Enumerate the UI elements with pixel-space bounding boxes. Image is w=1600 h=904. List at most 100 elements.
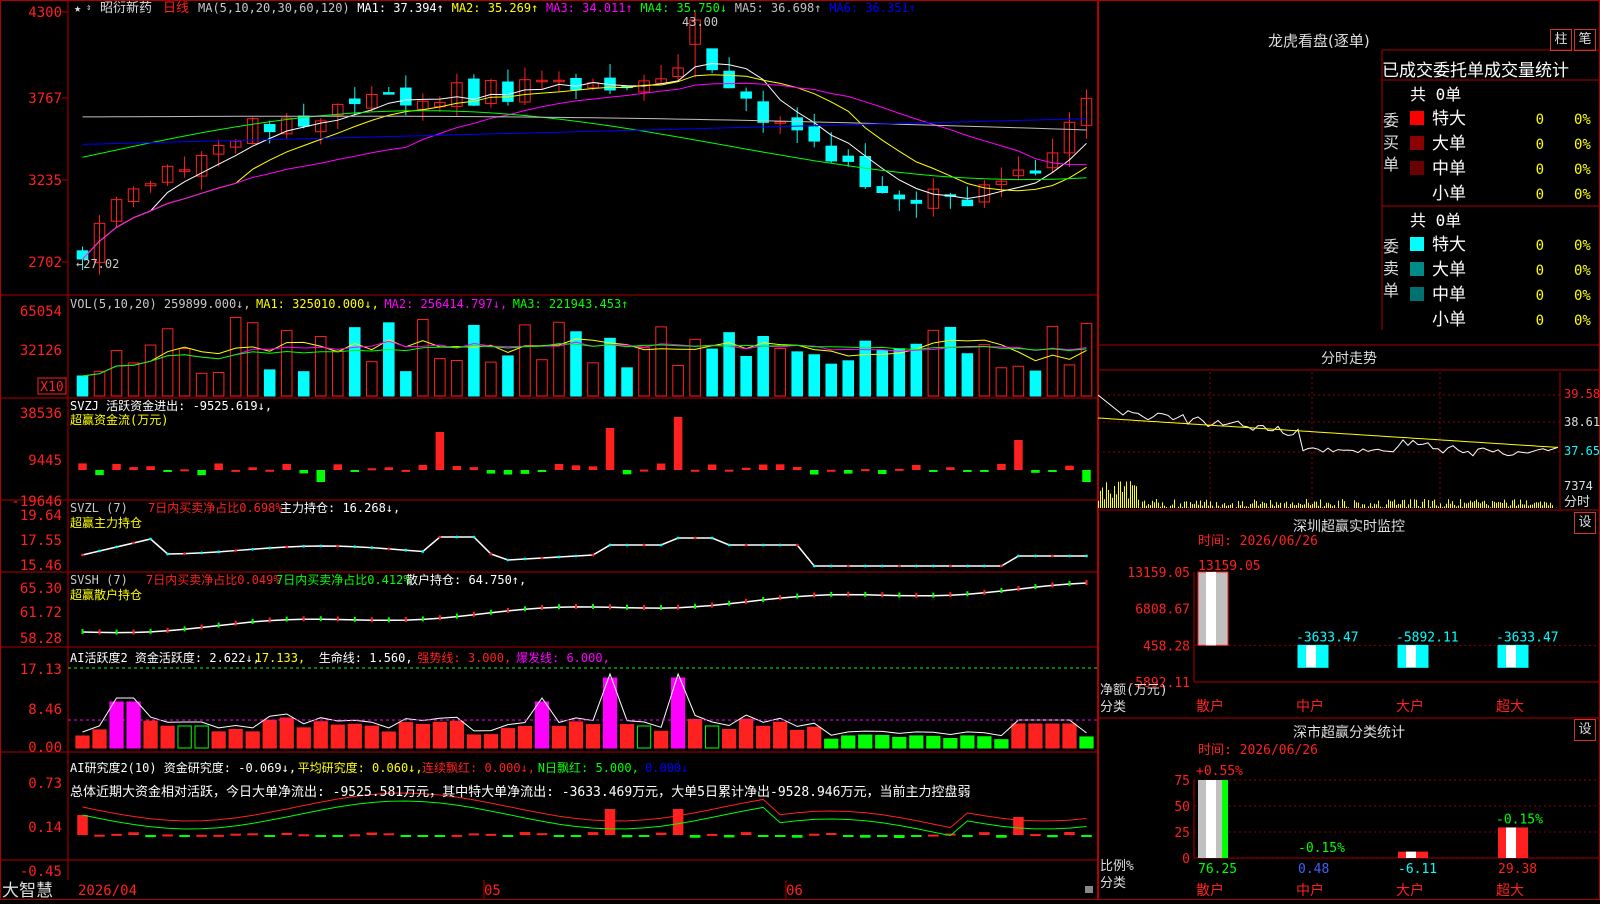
activity-legend-item: 强势线: 3.000, [417,651,511,665]
research-bar [843,835,854,837]
intraday-vol-bar [1454,505,1455,508]
intraday-x-label: 分时 [1564,495,1590,510]
research-bar [673,809,684,835]
retail-holding-mark [779,595,781,600]
sell-row-name: 特大 [1432,235,1466,255]
volume-bar [1064,365,1075,396]
volume-bar [401,372,412,396]
flow-subtitle: 超赢资金流(万元) [70,412,168,427]
research-bar [179,835,190,837]
tab-volume[interactable]: 成交量 [1484,56,1535,80]
kline-chart-svg[interactable]: 430037673235270243.00←27.02★⇕昭衍新药日线MA(5,… [0,0,1098,900]
ai-activity-bar [927,736,940,748]
research-bar [281,833,292,835]
intraday-vol-bar [1408,504,1409,508]
volume-bars [77,317,1092,396]
sell-color-swatch [1410,287,1424,301]
capital-flow-bar [129,467,138,470]
ai-activity-bar [467,735,480,748]
intraday-price-label: 37.65 [1564,444,1600,458]
volume-bar [996,368,1007,396]
intraday-vol-bar [1200,501,1201,508]
capital-flow-bar [470,467,479,470]
intraday-vol-bar [1100,491,1101,508]
monitor-settings-button[interactable]: 设 [1574,512,1596,534]
monitor-bar-highlight [1506,645,1516,667]
candle-body [877,187,888,193]
research-bar [979,832,990,835]
holding-dot [166,553,169,556]
intraday-vol-bar [1552,505,1553,508]
volume-bar [792,352,803,396]
retail-holding-mark [677,605,679,610]
volume-bar [962,354,973,396]
monitor-title: 深圳超赢实时监控 [1198,516,1500,536]
intraday-vol-bar [1536,502,1537,508]
intraday-vol-bar [1162,502,1163,508]
intraday-vol-bar [1422,502,1423,508]
intraday-vol-bar [1486,504,1487,508]
intraday-vol-bar [1156,499,1157,508]
retail-axis-label: 58.28 [20,631,62,647]
volume-bar [349,328,360,396]
intraday-price-line [1098,395,1558,456]
holding-dot [507,559,510,562]
vol-axis-label: 32126 [20,343,62,359]
bar-view-button[interactable]: 柱 [1550,29,1572,51]
capital-flow-bar [487,470,496,474]
tab-entrusted[interactable]: 委托单 [1433,56,1484,80]
sort-arrows-icon: ⇕ [86,3,91,13]
holding-dot [745,544,748,547]
ai-activity-bar [1080,737,1093,748]
ai-activity-bar [995,740,1008,748]
sell-color-swatch [1410,237,1424,251]
monitor-value-label: 13159.05 [1198,559,1261,574]
intraday-vol-bar [1490,507,1491,508]
monitor-y-label: 458.28 [1143,639,1190,654]
stats-bottom-value: 29.38 [1498,862,1537,877]
tick-view-button[interactable]: 笔 [1574,29,1596,51]
retail-holding-mark [133,629,135,634]
buy-row-pct: 0% [1574,112,1591,128]
intraday-vol-bar [1252,503,1253,508]
capital-flow-bar [1082,470,1091,482]
intraday-vol-bar [1450,504,1451,508]
volume-bar [843,361,854,396]
ai-activity-bar [382,732,395,748]
retail-holding-mark [269,618,271,623]
intraday-price-label: 38.61 [1564,415,1600,429]
tab-executed[interactable]: 已成交 [1382,56,1433,80]
research-bar [128,832,139,835]
research-bar [690,835,701,838]
stats-bottom-value: -6.11 [1398,862,1437,877]
research-bar [469,833,480,835]
intraday-vol-bar [1370,503,1371,508]
retail-holding-mark [303,616,305,621]
intraday-vol-bar [1472,502,1473,508]
kline-chart-area[interactable]: 430037673235270243.00←27.02★⇕昭衍新药日线MA(5,… [0,0,1098,900]
intraday-vol-bar [1462,507,1463,508]
capital-flow-bar [368,468,377,470]
ai-activity-bar [637,726,650,748]
retail-holding-mark [626,605,628,610]
stats-settings-button[interactable]: 设 [1574,719,1596,741]
capital-flow-bar [1048,470,1057,472]
research-legend-item: 连续飘红: 0.000↓, [422,760,535,775]
ai-activity-bar [450,721,463,748]
intraday-vol-bar [1510,505,1511,508]
holding-dot [949,565,952,568]
retail-holding-mark [354,617,356,622]
holding-legend-item: 主力持仓: 16.268↓, [280,500,400,515]
retail-holding-mark [711,603,713,608]
retail-holding-mark [286,617,288,622]
intraday-vol-bar [1148,504,1149,508]
candle-body [1030,171,1041,173]
monitor-category: 超大 [1496,699,1524,715]
tab-stats[interactable]: 统计 [1535,56,1569,80]
research-bar [162,834,173,836]
volume-bar [264,370,275,396]
holding-dot [677,537,680,540]
ai-activity-bar [365,726,378,748]
activity-legend-item: 爆发线: 6.000, [516,650,610,665]
intraday-vol-bar [1226,506,1227,508]
